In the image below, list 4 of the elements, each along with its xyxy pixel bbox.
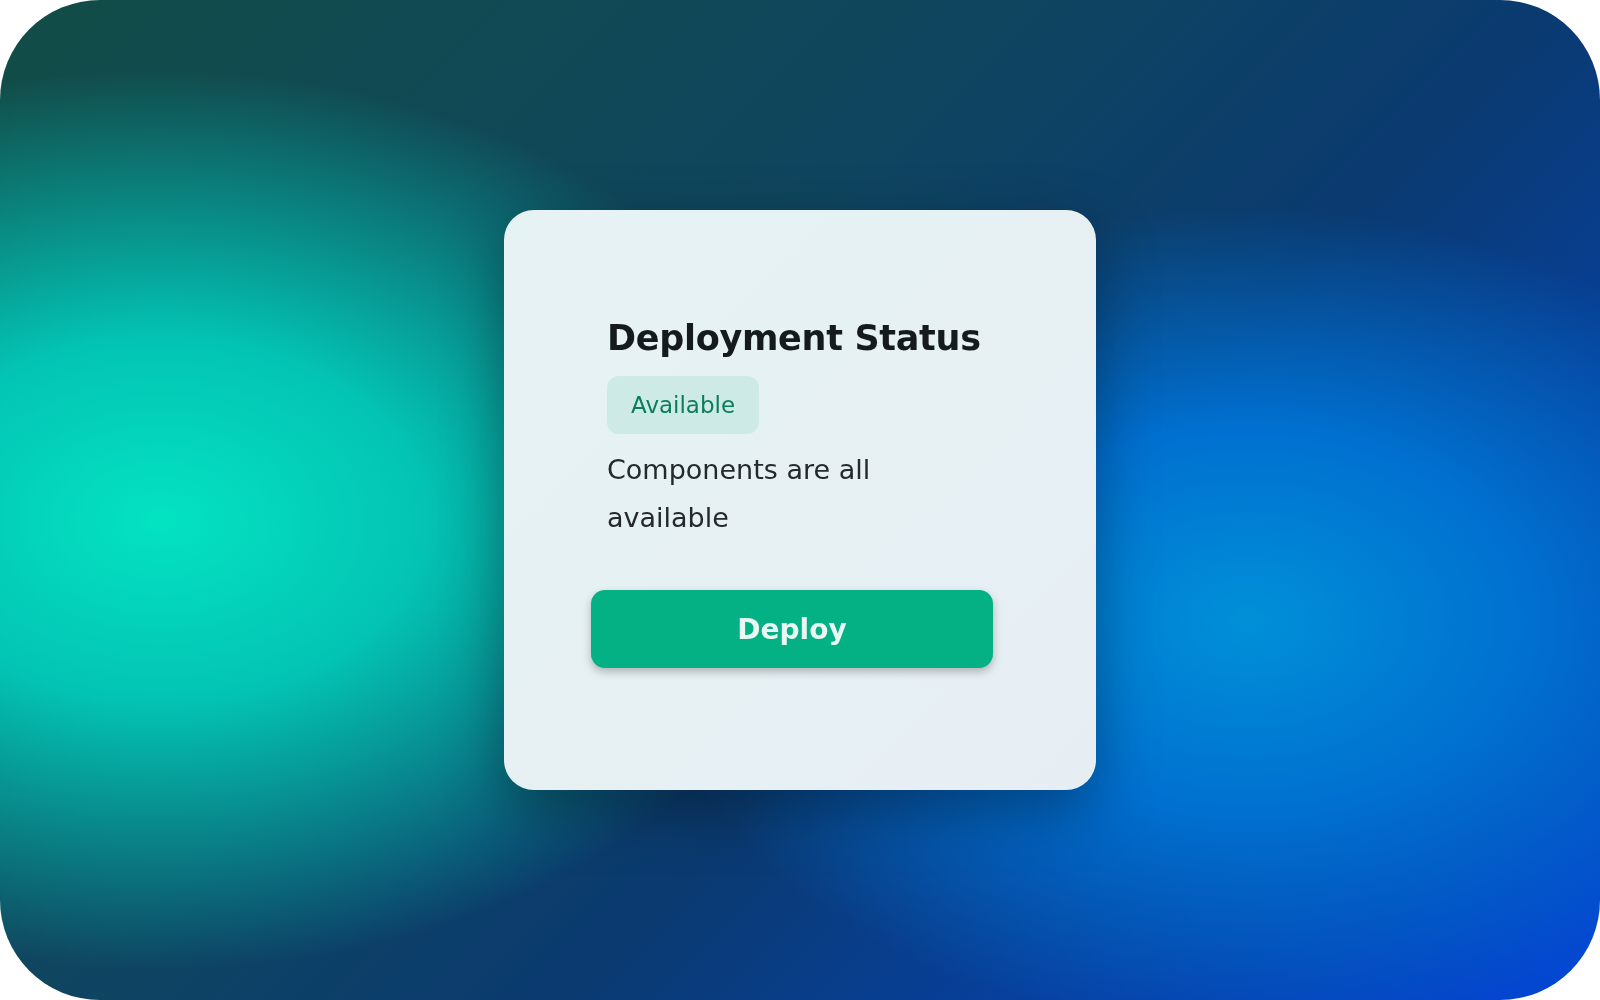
deploy-button[interactable]: Deploy: [591, 590, 993, 668]
status-badge: Available: [607, 376, 760, 434]
status-description: Components are all available: [607, 453, 872, 535]
card-title: Deployment Status: [607, 318, 982, 358]
